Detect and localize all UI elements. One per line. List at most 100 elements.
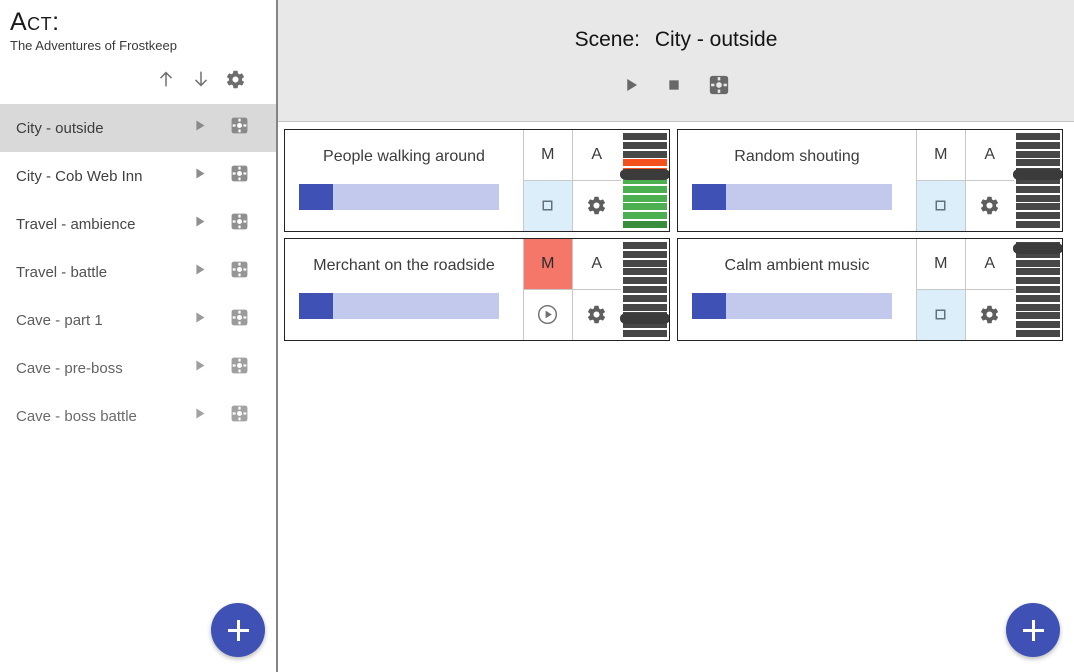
sidebar: Act: The Adventures of Frostkeep City - … [0,0,278,672]
volume-slider-thumb[interactable] [1013,168,1062,180]
auto-button[interactable]: A [572,239,621,290]
volume-segment [1016,220,1060,228]
playback-progress-bar[interactable] [299,184,499,210]
stop-button[interactable] [524,180,573,231]
volume-segment [1016,185,1060,193]
sidebar-item-scene[interactable]: Travel - battle [0,248,276,296]
act-settings-icon[interactable] [225,69,246,90]
volume-slider-thumb[interactable] [1013,242,1062,254]
plus-icon [227,619,249,641]
auto-button[interactable]: A [965,130,1014,181]
volume-segment [1016,321,1060,329]
scene-settings-icon[interactable] [230,356,249,380]
sidebar-item-label: Cave - pre-boss [16,359,123,377]
scene-play-icon[interactable] [192,358,207,378]
stop-button[interactable] [917,180,966,231]
volume-segment [623,212,667,220]
playback-progress-bar[interactable] [299,293,499,319]
scene-settings-icon[interactable] [230,116,249,140]
volume-slider-thumb[interactable] [620,313,669,325]
scene-play-icon[interactable] [192,406,207,426]
scene-play-icon[interactable] [192,262,207,282]
playback-progress-bar[interactable] [692,184,892,210]
app-root: Act: The Adventures of Frostkeep City - … [0,0,1074,672]
mute-button[interactable]: M [917,239,966,290]
volume-segment [1016,133,1060,140]
playback-progress-fill [299,293,333,319]
playback-progress-bar[interactable] [692,293,892,319]
volume-slider[interactable] [620,239,669,340]
scene-settings-icon[interactable] [230,164,249,188]
stop-button[interactable] [917,289,966,340]
act-title: Act: [10,8,60,36]
sound-card: People walking around M A [284,129,670,232]
scene-settings-icon[interactable] [230,260,249,284]
scene-play-icon[interactable] [192,166,207,186]
auto-button[interactable]: A [965,239,1014,290]
sound-card-title: People walking around [323,148,485,165]
scene-settings-button[interactable] [708,74,730,96]
volume-slider-thumb[interactable] [620,168,669,180]
sidebar-item-label: Travel - battle [16,263,108,281]
play-button[interactable] [622,76,640,94]
volume-segment [623,250,667,258]
volume-segment [1016,277,1060,285]
scene-title-label: Scene: [574,28,640,51]
scene-list: City - outside City - Cob Web Inn Travel -… [0,104,276,440]
sound-card-controls: MA [523,239,621,340]
add-sound-button[interactable] [1006,603,1060,657]
volume-slider[interactable] [1013,130,1062,231]
sidebar-item-scene[interactable]: Cave - boss battle [0,392,276,440]
volume-segment [1016,194,1060,202]
sound-settings-button[interactable] [965,289,1014,340]
volume-segment [623,150,667,158]
volume-segment [1016,329,1060,337]
playback-progress-fill [299,184,333,210]
plus-icon [1022,619,1044,641]
volume-segment [1016,212,1060,220]
mute-button[interactable]: M [524,239,573,290]
sidebar-item-scene[interactable]: Cave - part 1 [0,296,276,344]
sound-settings-button[interactable] [965,180,1014,231]
scene-play-icon[interactable] [192,214,207,234]
sidebar-item-scene[interactable]: City - Cob Web Inn [0,152,276,200]
sound-card-body: Merchant on the roadside [285,239,523,340]
scene-title-value: City - outside [654,28,778,51]
sound-card: Random shouting M A [677,129,1063,232]
act-header: Act: The Adventures of Frostkeep [0,0,276,54]
scene-settings-icon[interactable] [230,404,249,428]
play-button[interactable] [524,289,573,340]
volume-segment [1016,259,1060,267]
mute-button[interactable]: M [917,130,966,181]
sound-card-controls: MA [523,130,621,231]
move-down-icon[interactable] [190,68,212,90]
sound-settings-button[interactable] [572,289,621,340]
sound-card-body: Calm ambient music [678,239,916,340]
act-toolbar [0,54,276,90]
volume-segment [623,259,667,267]
stop-button[interactable] [666,77,682,93]
volume-segment [1016,203,1060,211]
auto-button[interactable]: A [572,130,621,181]
scene-play-icon[interactable] [192,310,207,330]
sound-card-body: People walking around [285,130,523,231]
volume-segment [1016,159,1060,167]
volume-segment [1016,141,1060,149]
volume-segment [1016,285,1060,293]
scene-settings-icon[interactable] [230,212,249,236]
mute-button[interactable]: M [524,130,573,181]
scene-settings-icon[interactable] [230,308,249,332]
sidebar-item-scene[interactable]: Travel - ambience [0,200,276,248]
scene-play-icon[interactable] [192,118,207,138]
sidebar-item-scene[interactable]: Cave - pre-boss [0,344,276,392]
volume-slider[interactable] [1013,239,1062,340]
sidebar-item-scene[interactable]: City - outside [0,104,276,152]
volume-segment [1016,268,1060,276]
volume-segment [623,203,667,211]
volume-slider[interactable] [620,130,669,231]
sound-card-controls: MA [916,130,1014,231]
move-up-icon[interactable] [155,68,177,90]
sound-card: Calm ambient music M A [677,238,1063,341]
add-scene-button[interactable] [211,603,265,657]
sound-settings-button[interactable] [572,180,621,231]
